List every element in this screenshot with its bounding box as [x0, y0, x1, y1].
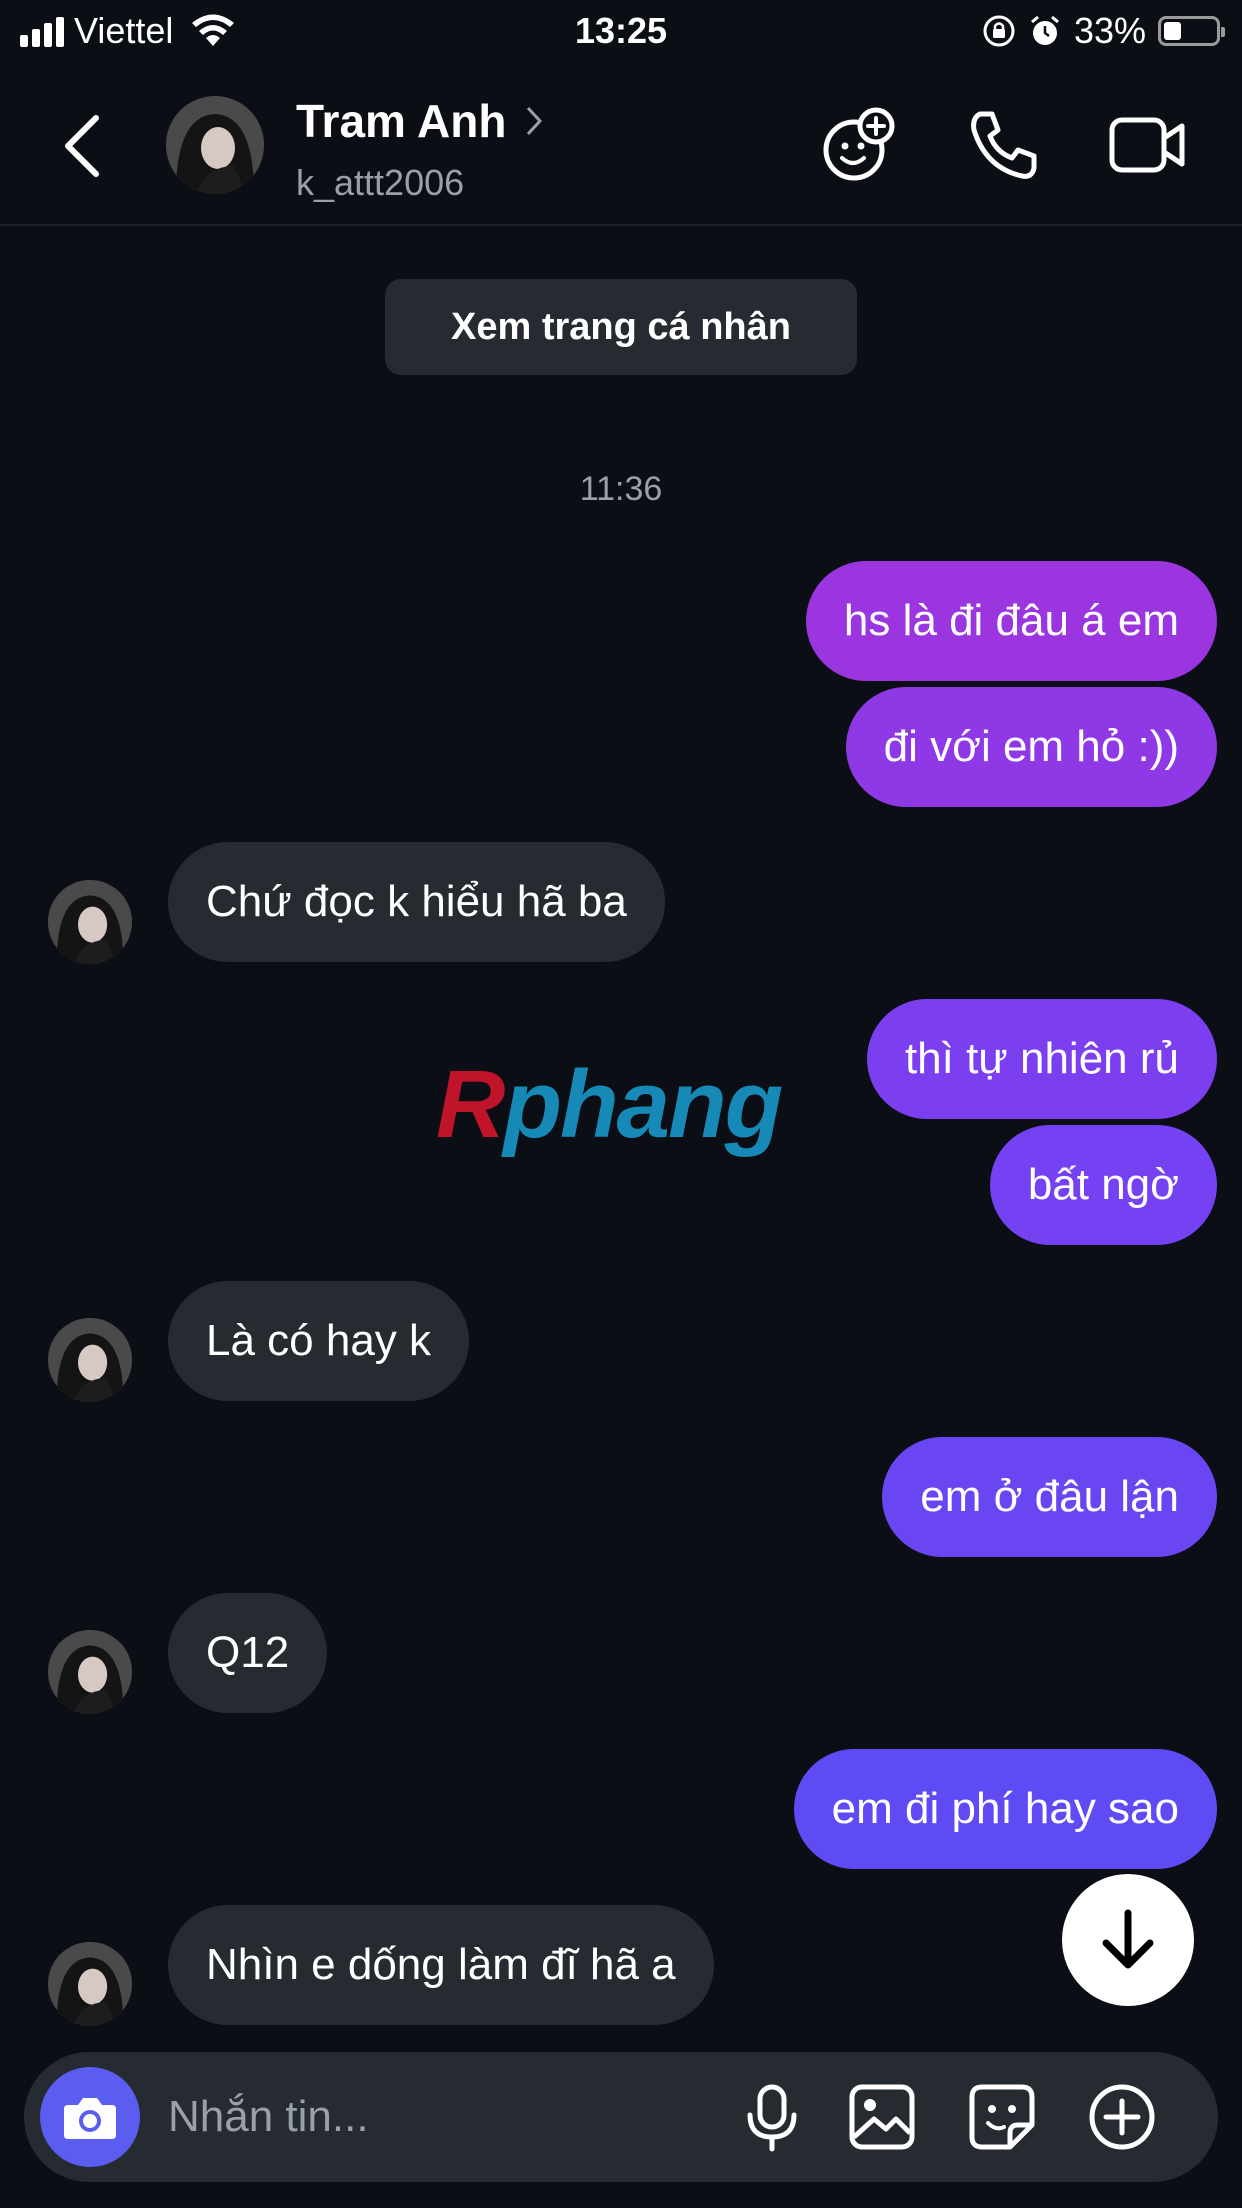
avatar[interactable] [48, 1942, 132, 2026]
orientation-lock-icon [983, 15, 1015, 47]
battery-percent: 33% [1073, 10, 1146, 51]
sent-message[interactable]: đi với em hỏ :)) [845, 687, 1217, 807]
avatar[interactable] [48, 880, 132, 964]
status-bar: Viettel 13:25 33% [0, 0, 1242, 64]
gallery-icon[interactable] [846, 2081, 918, 2153]
contact-name[interactable]: Tram Anh [296, 94, 544, 148]
view-profile-button[interactable]: Xem trang cá nhân [385, 279, 857, 375]
scroll-to-bottom-button[interactable] [1062, 1874, 1194, 2006]
avatar[interactable] [48, 1318, 132, 1402]
received-message[interactable]: Nhìn e dống làm đĩ hã a [168, 1905, 714, 2025]
chat-header: Tram Anh k_attt2006 [0, 64, 1242, 226]
sticker-icon[interactable] [966, 2081, 1038, 2153]
video-icon[interactable] [1106, 104, 1188, 186]
contact-name-text: Tram Anh [296, 95, 507, 147]
avatar[interactable] [166, 96, 264, 194]
microphone-icon[interactable] [736, 2081, 808, 2153]
effects-icon[interactable] [818, 104, 900, 186]
camera-icon [64, 2098, 116, 2139]
message-composer [24, 2052, 1218, 2182]
phone-icon[interactable] [962, 104, 1044, 186]
received-message[interactable]: Chứ đọc k hiểu hã ba [168, 842, 665, 962]
sent-message[interactable]: hs là đi đâu á em [805, 561, 1217, 681]
camera-button[interactable] [40, 2067, 140, 2167]
add-icon[interactable] [1086, 2081, 1158, 2153]
sent-message[interactable]: em ở đâu lận [882, 1437, 1217, 1557]
sent-message[interactable]: bất ngờ [989, 1125, 1217, 1245]
back-icon[interactable] [56, 106, 116, 186]
arrow-down-icon [1102, 1909, 1154, 1969]
avatar[interactable] [48, 1630, 132, 1714]
sent-message[interactable]: thì tự nhiên rủ [866, 999, 1217, 1119]
received-message[interactable]: Q12 [168, 1593, 328, 1713]
contact-handle: k_attt2006 [296, 162, 465, 203]
sent-message[interactable]: em đi phí hay sao [793, 1749, 1217, 1869]
contact-info[interactable]: Tram Anh k_attt2006 [296, 94, 544, 204]
message-input[interactable] [168, 2087, 708, 2147]
watermark-logo: Rphang [436, 1050, 783, 1160]
watermark-rest: phang [503, 1051, 783, 1158]
watermark-first-letter: R [436, 1051, 505, 1158]
status-right: 33% [982, 10, 1225, 52]
battery-icon [1158, 16, 1225, 46]
alarm-icon [1030, 15, 1059, 45]
chevron-right-icon [527, 106, 543, 136]
message-timestamp: 11:36 [579, 470, 663, 508]
received-message[interactable]: Là có hay k [168, 1281, 470, 1401]
